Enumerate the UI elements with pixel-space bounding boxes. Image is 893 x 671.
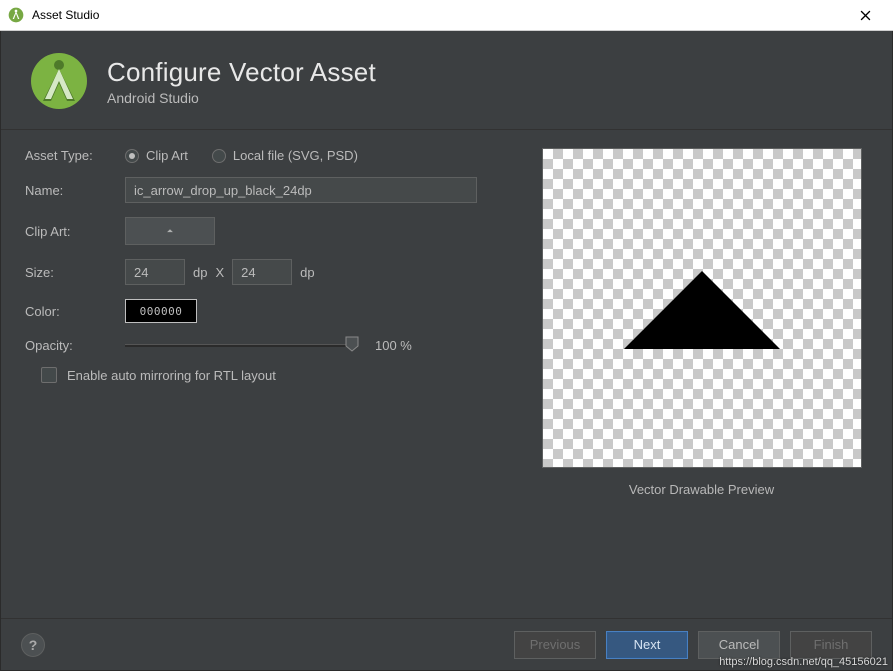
android-studio-logo: [29, 51, 89, 111]
dialog-header: Configure Vector Asset Android Studio: [1, 31, 892, 129]
name-input[interactable]: [125, 177, 477, 203]
opacity-slider[interactable]: [125, 337, 355, 353]
form-panel: Asset Type: Clip Art Local file (SVG, PS…: [25, 148, 505, 610]
clipart-picker-button[interactable]: [125, 217, 215, 245]
dialog-title: Configure Vector Asset: [107, 57, 376, 88]
size-width-input[interactable]: [125, 259, 185, 285]
opacity-value: 100 %: [375, 338, 412, 353]
asset-type-clipart-radio[interactable]: Clip Art: [125, 148, 188, 163]
opacity-label: Opacity:: [25, 338, 125, 353]
titlebar: Asset Studio: [0, 0, 893, 31]
clipart-label: Clip Art:: [25, 224, 125, 239]
arrow-drop-up-icon: [163, 224, 177, 238]
window-close-button[interactable]: [845, 0, 885, 30]
preview-panel: Vector Drawable Preview: [535, 148, 868, 610]
window-title: Asset Studio: [32, 8, 845, 22]
name-label: Name:: [25, 183, 125, 198]
color-label: Color:: [25, 304, 125, 319]
android-studio-icon: [8, 7, 24, 23]
radio-label: Clip Art: [146, 148, 188, 163]
rtl-mirror-checkbox[interactable]: [41, 367, 57, 383]
radio-label: Local file (SVG, PSD): [233, 148, 358, 163]
next-button[interactable]: Next: [606, 631, 688, 659]
size-height-input[interactable]: [232, 259, 292, 285]
cancel-button[interactable]: Cancel: [698, 631, 780, 659]
size-label: Size:: [25, 265, 125, 280]
help-button[interactable]: ?: [21, 633, 45, 657]
arrow-drop-up-icon: [624, 271, 780, 349]
finish-button: Finish: [790, 631, 872, 659]
size-sep: X: [215, 265, 224, 280]
dialog-subtitle: Android Studio: [107, 90, 376, 106]
preview-caption: Vector Drawable Preview: [629, 482, 774, 497]
size-unit: dp: [193, 265, 207, 280]
dialog-footer: ? Previous Next Cancel Finish: [1, 618, 892, 670]
previous-button: Previous: [514, 631, 596, 659]
asset-type-label: Asset Type:: [25, 148, 125, 163]
color-picker-button[interactable]: 000000: [125, 299, 197, 323]
size-unit: dp: [300, 265, 314, 280]
preview-canvas: [542, 148, 862, 468]
asset-type-localfile-radio[interactable]: Local file (SVG, PSD): [212, 148, 358, 163]
rtl-mirror-label: Enable auto mirroring for RTL layout: [67, 368, 276, 383]
